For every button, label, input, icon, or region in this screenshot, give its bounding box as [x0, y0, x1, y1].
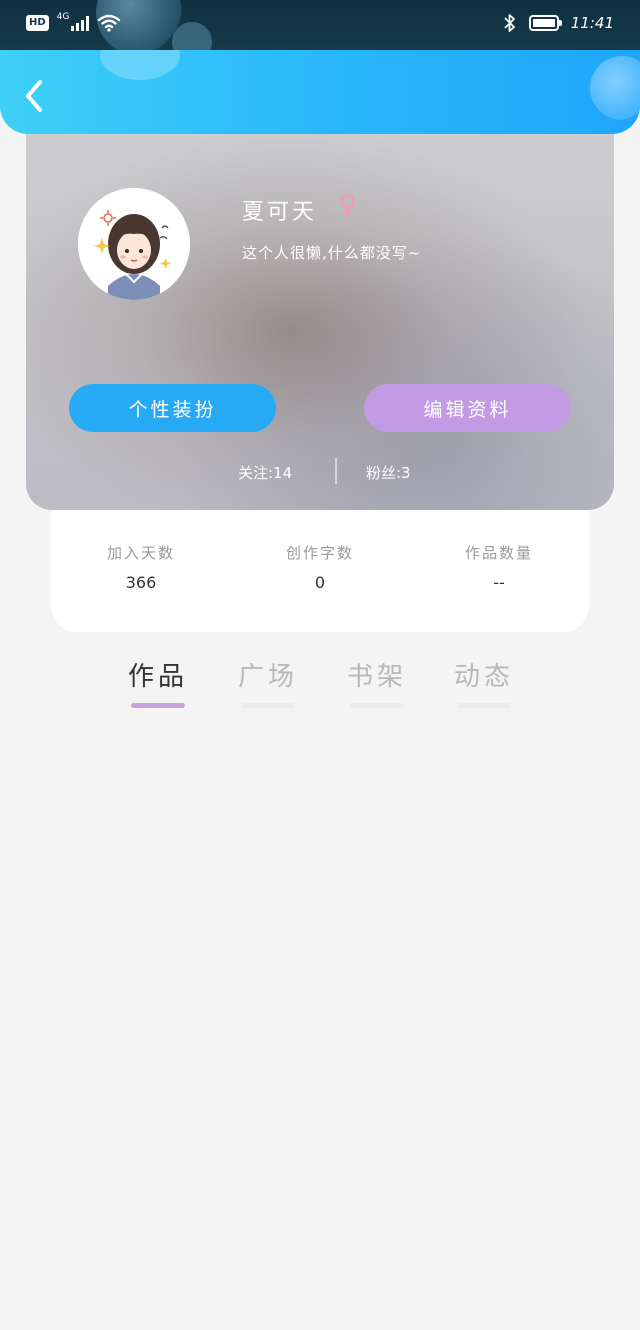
stat-label: 创作字数 — [285, 544, 354, 562]
tab-label: 广场 — [237, 662, 298, 692]
user-bio: 这个人很懒,什么都没写~ — [242, 244, 422, 262]
tab-label: 书架 — [346, 662, 407, 692]
stat-label: 加入天数 — [106, 544, 175, 562]
user-name: 夏可天 — [242, 200, 318, 225]
stats-card: 加入天数 366 创作字数 0 作品数量 -- — [51, 500, 589, 632]
edit-profile-button[interactable]: 编辑资料 — [364, 384, 571, 432]
tab-activity[interactable]: 动态 — [444, 656, 524, 708]
divider — [335, 458, 337, 484]
decorative-bubble — [590, 56, 640, 120]
battery-icon — [528, 15, 562, 31]
tab-indicator — [350, 703, 404, 708]
stat-value: -- — [493, 573, 505, 592]
follow-stats: 关注:14 粉丝:3 — [26, 458, 614, 488]
stat-works-count: 作品数量 -- — [429, 542, 569, 592]
tab-indicator — [457, 703, 511, 708]
bluetooth-icon — [504, 14, 515, 32]
hd-badge: HD — [26, 15, 49, 31]
stat-value: 366 — [125, 573, 157, 592]
chevron-left-icon — [26, 80, 42, 112]
avatar-illustration — [78, 188, 190, 300]
decorative-bubble — [100, 50, 180, 80]
stat-label: 作品数量 — [464, 544, 533, 562]
female-icon: ♀ — [338, 190, 358, 220]
status-left: HD 4G — [26, 12, 121, 32]
following-count[interactable]: 关注:14 — [238, 462, 292, 483]
stat-word-count: 创作字数 0 — [250, 542, 390, 592]
tab-label: 动态 — [453, 662, 514, 692]
tab-indicator — [131, 703, 185, 708]
app-header — [0, 50, 640, 134]
back-button[interactable] — [18, 78, 50, 114]
profile-card: 夏可天 ♀ 这个人很懒,什么都没写~ 个性装扮 编辑资料 关注:14 粉丝:3 — [26, 110, 614, 510]
status-right: 11:41 — [503, 13, 614, 33]
stat-join-days: 加入天数 366 — [71, 542, 211, 592]
tab-square[interactable]: 广场 — [228, 656, 308, 708]
signal-icon — [71, 15, 90, 31]
tab-works[interactable]: 作品 — [118, 656, 198, 708]
fans-count[interactable]: 粉丝:3 — [366, 462, 411, 483]
status-time: 11:41 — [570, 14, 614, 32]
tab-bookshelf[interactable]: 书架 — [337, 656, 417, 708]
tab-indicator — [241, 703, 295, 708]
costume-button[interactable]: 个性装扮 — [69, 384, 276, 432]
network-type: 4G — [56, 12, 70, 22]
status-bar: HD 4G 11:41 — [0, 0, 640, 50]
stat-value: 0 — [314, 573, 326, 592]
tab-label: 作品 — [127, 662, 188, 692]
wifi-icon — [98, 14, 121, 32]
content-tabs: 作品 广场 书架 动态 — [0, 656, 640, 726]
avatar[interactable] — [78, 188, 190, 300]
decorative-bubble — [172, 22, 212, 50]
